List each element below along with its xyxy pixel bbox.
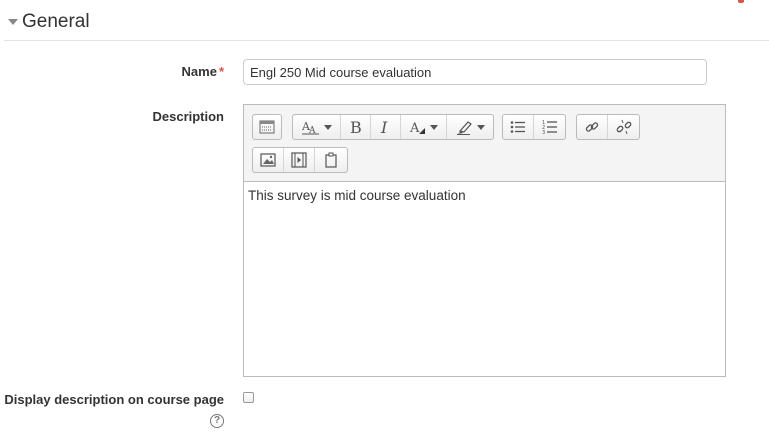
name-label-text: Name xyxy=(181,64,217,79)
display-description-checkbox[interactable] xyxy=(243,392,254,403)
italic-icon: I xyxy=(380,119,388,135)
font-style-icon: A A xyxy=(301,120,319,135)
bold-icon: B xyxy=(350,119,362,135)
section-header[interactable]: General xyxy=(0,0,769,42)
editor-toolbar-row-1: A A B I A 1 2 3 xyxy=(252,114,722,140)
toolbar-toggle-button[interactable] xyxy=(253,115,281,139)
description-editor[interactable]: A A B I A 1 2 3 This survey is mid cours… xyxy=(243,104,726,377)
insert-media-button[interactable] xyxy=(284,148,315,172)
italic-button[interactable]: I xyxy=(371,115,401,139)
link-button[interactable] xyxy=(577,115,608,139)
image-icon xyxy=(260,153,276,167)
editor-toolbar-row-2 xyxy=(252,147,352,173)
bold-button[interactable]: B xyxy=(341,115,371,139)
name-input[interactable] xyxy=(243,59,707,85)
insert-image-button[interactable] xyxy=(253,148,284,172)
ordered-list-icon: 1 2 3 xyxy=(542,120,557,135)
ordered-list-button[interactable]: 1 2 3 xyxy=(534,115,565,139)
display-description-label: Display description on course page xyxy=(4,392,224,407)
svg-text:3: 3 xyxy=(542,130,545,135)
toolbar-group-links xyxy=(576,114,640,140)
description-label: Description xyxy=(152,109,224,124)
required-star: * xyxy=(218,64,224,79)
toolbar-group-toggle xyxy=(252,114,282,140)
svg-text:B: B xyxy=(350,119,362,135)
toolbar-toggle-icon xyxy=(259,120,275,134)
editor-content-area[interactable]: This survey is mid course evaluation xyxy=(244,181,725,376)
chevron-down-icon xyxy=(324,124,332,130)
text-color-icon: A xyxy=(409,121,425,135)
unordered-list-button[interactable] xyxy=(503,115,534,139)
paste-icon xyxy=(324,152,337,168)
form-page: General Name* Description xyxy=(0,0,769,440)
link-icon xyxy=(585,122,599,132)
paste-button[interactable] xyxy=(315,148,346,172)
unlink-button[interactable] xyxy=(608,115,639,139)
svg-text:A: A xyxy=(409,121,420,135)
name-label: Name * xyxy=(120,64,224,80)
highlight-icon xyxy=(456,121,472,135)
toolbar-group-insert xyxy=(252,147,348,173)
font-style-button[interactable]: A A xyxy=(293,115,341,139)
unlink-icon xyxy=(616,119,631,135)
text-color-button[interactable]: A xyxy=(401,115,447,139)
section-title[interactable]: General xyxy=(22,10,90,34)
media-icon xyxy=(291,152,307,168)
collapse-triangle-icon[interactable] xyxy=(8,19,18,25)
help-icon[interactable]: ? xyxy=(210,414,224,428)
toolbar-group-lists: 1 2 3 xyxy=(502,114,566,140)
svg-text:I: I xyxy=(380,119,388,135)
unordered-list-icon xyxy=(510,121,525,133)
chevron-down-icon xyxy=(430,124,438,130)
chevron-down-icon xyxy=(476,124,485,130)
section-divider xyxy=(4,40,769,41)
highlight-button[interactable] xyxy=(447,115,493,139)
corner-mark xyxy=(738,0,744,3)
toolbar-group-format: A A B I A xyxy=(292,114,494,140)
